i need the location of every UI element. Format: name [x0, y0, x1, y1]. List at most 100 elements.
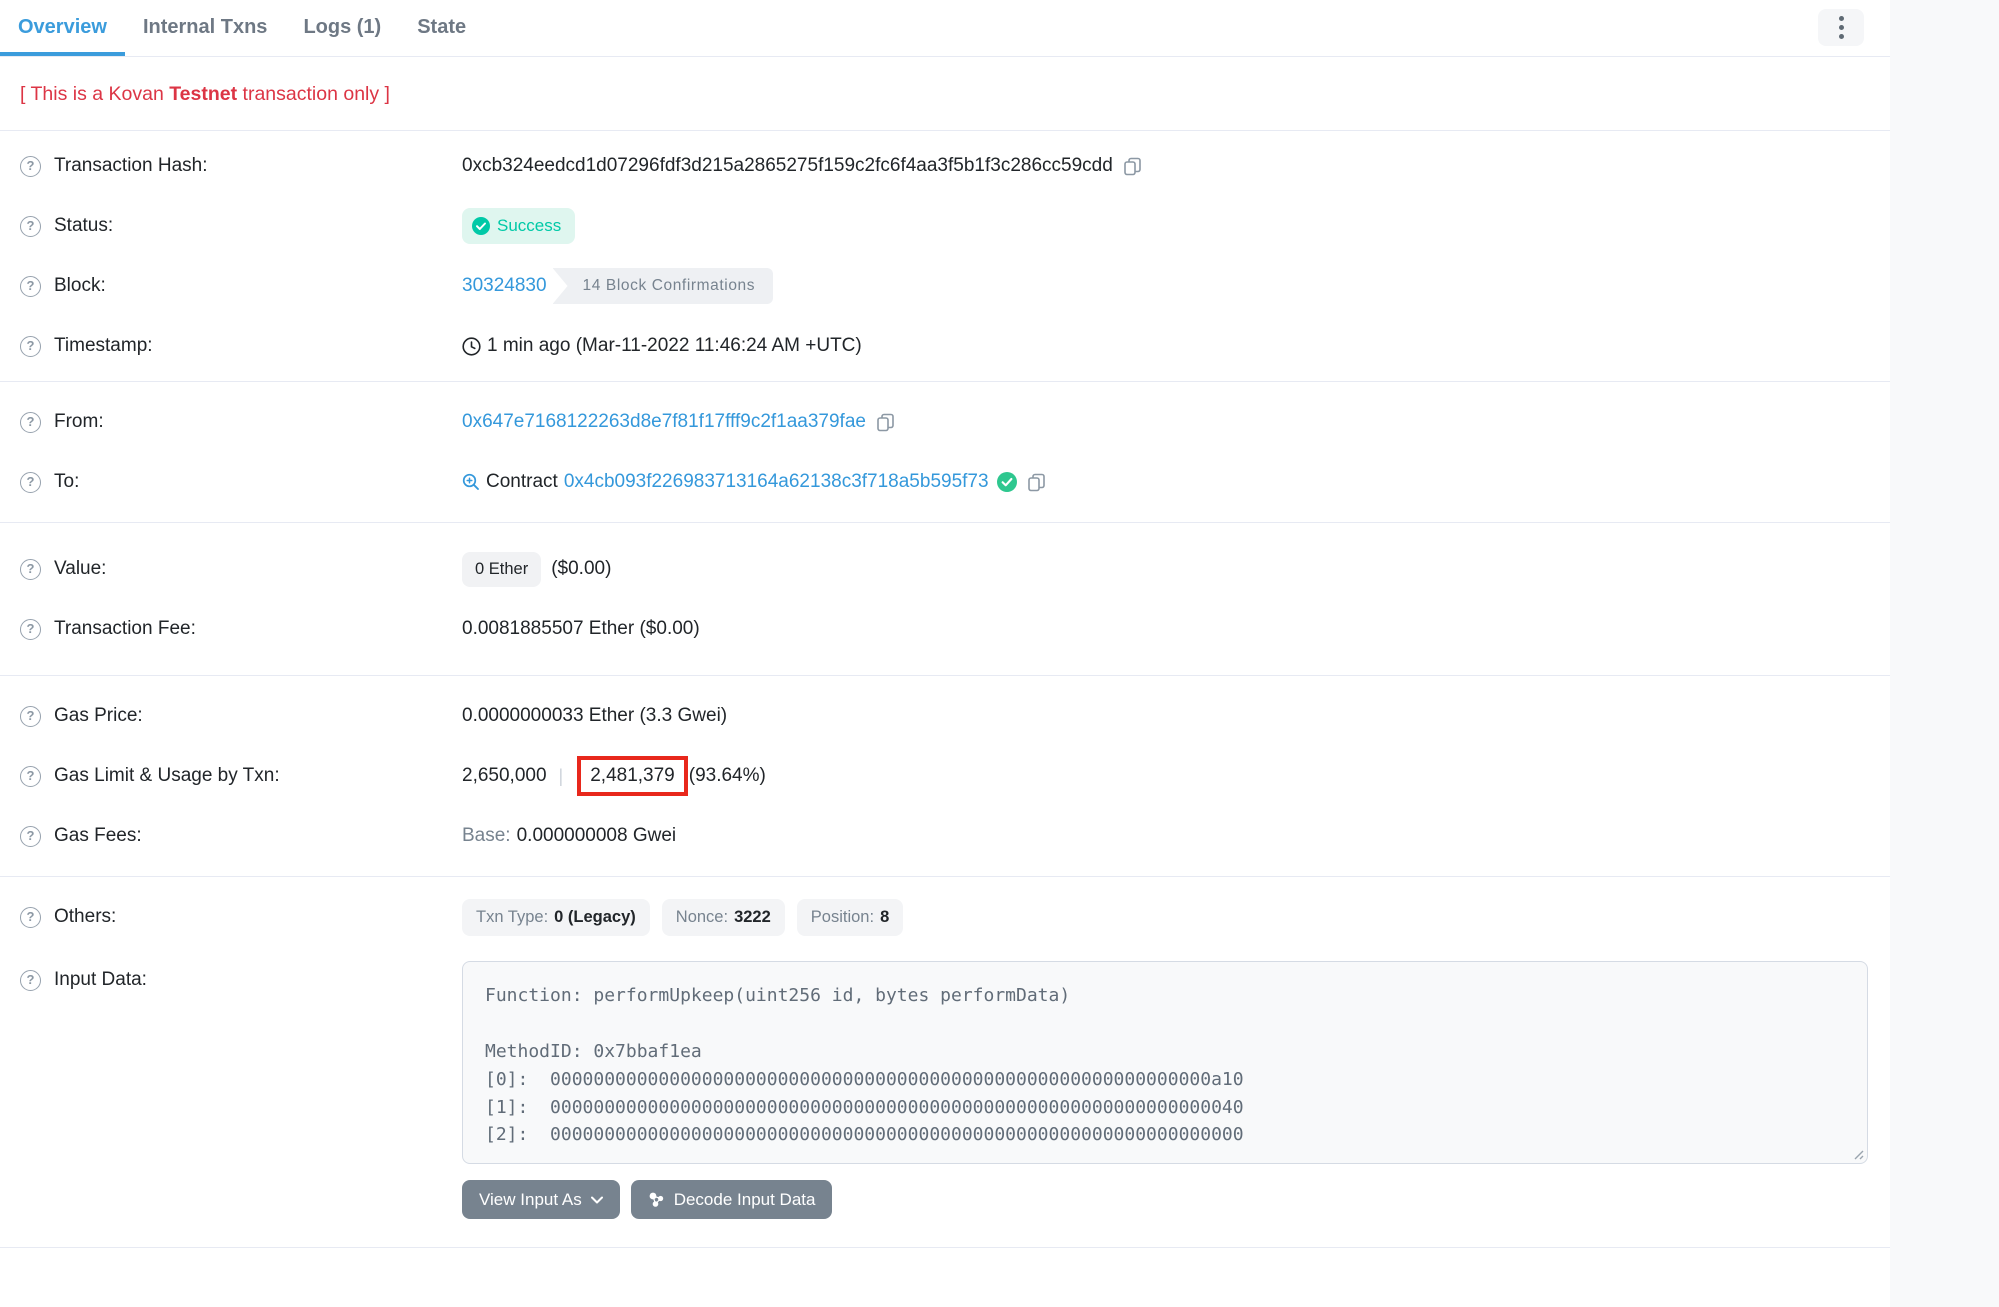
badge-label: Txn Type: — [476, 908, 548, 927]
verified-check-icon — [997, 472, 1017, 492]
gas-fees-base-label: Base: — [462, 825, 511, 847]
tab-logs[interactable]: Logs (1) — [285, 2, 399, 56]
decode-input-data-label: Decode Input Data — [674, 1190, 816, 1210]
badge-value: 0 (Legacy) — [554, 908, 636, 927]
table-row-gas-fees: Gas Fees: Base: 0.000000008 Gwei — [0, 806, 1890, 866]
table-row-to: To: Contract 0x4cb093f226983713164a62138… — [0, 452, 1890, 512]
section-from-to: From: 0x647e7168122263d8e7f81f17fff9c2f1… — [0, 382, 1890, 523]
input-data-line: [0]: 00000000000000000000000000000000000… — [485, 1066, 1845, 1094]
table-row-gas-limit-usage: Gas Limit & Usage by Txn: 2,650,000 | 2,… — [0, 746, 1890, 806]
annotation-red-box: 2,481,379 — [577, 756, 688, 796]
section-gas: Gas Price: 0.0000000033 Ether (3.3 Gwei)… — [0, 676, 1890, 877]
table-row-block: Block: 30324830 14 Block Confirmations — [0, 256, 1890, 316]
chevron-down-icon — [591, 1196, 603, 1204]
row-label-text: From: — [54, 411, 104, 433]
input-data-line — [485, 1010, 1845, 1038]
gas-used-percent: (93.64%) — [689, 765, 766, 787]
input-data-line: [2]: 00000000000000000000000000000000000… — [485, 1121, 1845, 1149]
block-number-link[interactable]: 30324830 — [462, 275, 547, 297]
help-icon[interactable] — [20, 412, 41, 433]
row-label-text: Timestamp: — [54, 335, 153, 357]
badge-value: 8 — [880, 908, 889, 927]
resize-grip-icon[interactable] — [1851, 1147, 1864, 1160]
help-icon[interactable] — [20, 907, 41, 928]
row-label-text: Others: — [54, 906, 116, 928]
copy-from-address-button[interactable] — [876, 413, 895, 432]
table-row-from: From: 0x647e7168122263d8e7f81f17fff9c2f1… — [0, 392, 1890, 452]
row-label-text: Transaction Hash: — [54, 155, 207, 177]
gas-used-value: 2,481,379 — [590, 765, 675, 786]
help-icon[interactable] — [20, 472, 41, 493]
more-options-button[interactable] — [1818, 9, 1864, 46]
row-label-text: Input Data: — [54, 969, 147, 991]
copy-icon — [876, 413, 895, 432]
notice-suffix: transaction only ] — [237, 83, 390, 105]
gas-fees-base-value: 0.000000008 Gwei — [517, 825, 677, 847]
row-label-text: Status: — [54, 215, 113, 237]
notice-bold: Testnet — [169, 83, 237, 105]
to-address-link[interactable]: 0x4cb093f226983713164a62138c3f718a5b595f… — [564, 471, 989, 493]
section-others-input: Others: Txn Type: 0 (Legacy) Nonce: 3222 P… — [0, 877, 1890, 1248]
table-row-gas-price: Gas Price: 0.0000000033 Ether (3.3 Gwei) — [0, 686, 1890, 746]
position-badge: Position: 8 — [797, 899, 903, 936]
testnet-notice: [ This is a Kovan Testnet transaction on… — [0, 57, 1890, 131]
badge-label: Nonce: — [676, 908, 728, 927]
help-icon[interactable] — [20, 559, 41, 580]
separator-bar: | — [559, 766, 564, 787]
tab-internal-txns[interactable]: Internal Txns — [125, 2, 285, 56]
copy-icon — [1027, 473, 1046, 492]
help-icon[interactable] — [20, 766, 41, 787]
row-label-text: Gas Fees: — [54, 825, 142, 847]
clock-icon — [462, 337, 481, 356]
tab-bar: Overview Internal Txns Logs (1) State — [0, 0, 1890, 57]
help-icon[interactable] — [20, 216, 41, 237]
table-row-input-data: Input Data: Function: performUpkeep(uint… — [0, 953, 1890, 1219]
help-icon[interactable] — [20, 276, 41, 297]
view-input-as-label: View Input As — [479, 1190, 582, 1210]
badge-value: 3222 — [734, 908, 771, 927]
row-label-text: Transaction Fee: — [54, 618, 196, 640]
decode-input-data-button[interactable]: Decode Input Data — [631, 1180, 833, 1219]
input-data-line: Function: performUpkeep(uint256 id, byte… — [485, 982, 1845, 1010]
timestamp-value: 1 min ago (Mar-11-2022 11:46:24 AM +UTC) — [487, 335, 862, 357]
table-row-value: Value: 0 Ether ($0.00) — [0, 539, 1890, 599]
table-row-timestamp: Timestamp: 1 min ago (Mar-11-2022 11:46:… — [0, 316, 1890, 376]
badge-label: Position: — [811, 908, 874, 927]
usd-value: ($0.00) — [551, 558, 611, 580]
section-value-fee: Value: 0 Ether ($0.00) Transaction Fee: … — [0, 523, 1890, 676]
input-data-line: MethodID: 0x7bbaf1ea — [485, 1038, 1845, 1066]
table-row-transaction-hash: Transaction Hash: 0xcb324eedcd1d07296fdf… — [0, 136, 1890, 196]
input-data-textarea[interactable]: Function: performUpkeep(uint256 id, byte… — [462, 961, 1868, 1164]
help-icon[interactable] — [20, 826, 41, 847]
row-label-text: Block: — [54, 275, 106, 297]
copy-hash-button[interactable] — [1123, 157, 1142, 176]
gas-limit-value: 2,650,000 — [462, 765, 547, 787]
from-address-link[interactable]: 0x647e7168122263d8e7f81f17fff9c2f1aa379f… — [462, 411, 866, 433]
status-badge: Success — [462, 208, 575, 244]
table-row-transaction-fee: Transaction Fee: 0.0081885507 Ether ($0.… — [0, 599, 1890, 659]
transaction-details-card: Overview Internal Txns Logs (1) State [ … — [0, 0, 1890, 1307]
tab-overview[interactable]: Overview — [0, 2, 125, 56]
tab-state[interactable]: State — [399, 2, 484, 56]
txn-type-badge: Txn Type: 0 (Legacy) — [462, 899, 650, 936]
help-icon[interactable] — [20, 619, 41, 640]
copy-icon — [1123, 157, 1142, 176]
table-row-status: Status: Success — [0, 196, 1890, 256]
transaction-hash-value: 0xcb324eedcd1d07296fdf3d215a2865275f159c… — [462, 155, 1113, 177]
notice-prefix: [ This is a Kovan — [20, 83, 169, 105]
section-hash-status-block-time: Transaction Hash: 0xcb324eedcd1d07296fdf… — [0, 131, 1890, 382]
view-input-as-button[interactable]: View Input As — [462, 1180, 620, 1219]
help-icon[interactable] — [20, 706, 41, 727]
help-icon[interactable] — [20, 336, 41, 357]
nonce-badge: Nonce: 3222 — [662, 899, 785, 936]
row-label-text: Gas Price: — [54, 705, 143, 727]
zoom-in-icon[interactable] — [462, 473, 480, 491]
transaction-fee-value: 0.0081885507 Ether ($0.00) — [462, 618, 700, 640]
input-data-line: [1]: 00000000000000000000000000000000000… — [485, 1094, 1845, 1122]
copy-to-address-button[interactable] — [1027, 473, 1046, 492]
contract-prefix: Contract — [486, 471, 558, 493]
help-icon[interactable] — [20, 156, 41, 177]
decode-molecule-icon — [648, 1191, 665, 1208]
ether-value-badge: 0 Ether — [462, 552, 541, 587]
help-icon[interactable] — [20, 970, 41, 991]
